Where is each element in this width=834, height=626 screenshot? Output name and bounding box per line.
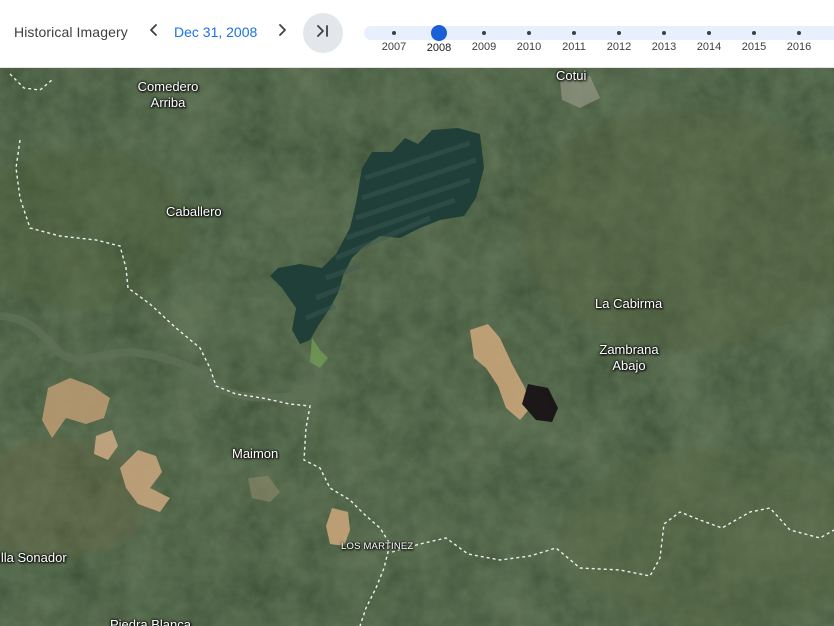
- timeline-year-2008[interactable]: 2008: [419, 24, 459, 54]
- chevron-left-icon: [147, 23, 161, 42]
- place-piedra-blanca[interactable]: Piedra Blanca: [110, 617, 191, 626]
- next-date-button[interactable]: [270, 20, 294, 44]
- historical-imagery-toolbar: Historical Imagery Dec 31, 2008 2007 2008…: [0, 0, 834, 68]
- place-la-cabirma[interactable]: La Cabirma: [595, 296, 662, 312]
- timeline-year-label: 2014: [696, 41, 722, 53]
- chevron-right-icon: [275, 23, 289, 42]
- selected-year-marker: [431, 25, 447, 41]
- skip-to-latest-icon: [314, 22, 332, 45]
- timeline-year-label: 2016: [786, 41, 812, 53]
- year-marker: [707, 31, 711, 35]
- current-date-label[interactable]: Dec 31, 2008: [174, 24, 257, 40]
- toolbar-title: Historical Imagery: [14, 24, 128, 40]
- year-marker: [662, 31, 666, 35]
- timeline-year-2009[interactable]: 2009: [464, 24, 504, 53]
- timeline-year-label: 2013: [651, 41, 677, 53]
- jump-to-latest-button[interactable]: [303, 13, 343, 53]
- timeline-year-label: 2008: [426, 42, 452, 54]
- satellite-imagery: [0, 68, 834, 626]
- year-marker: [797, 31, 801, 35]
- year-marker: [752, 31, 756, 35]
- timeline-year-2013[interactable]: 2013: [644, 24, 684, 53]
- place-maimon[interactable]: Maimon: [232, 446, 278, 462]
- place-cotui[interactable]: Cotui: [556, 68, 586, 84]
- year-marker: [572, 31, 576, 35]
- timeline-year-label: 2012: [606, 41, 632, 53]
- year-marker: [392, 31, 396, 35]
- satellite-map[interactable]: Comedero Arriba Cotui Caballero La Cabir…: [0, 68, 834, 626]
- place-villa-sonador[interactable]: illa Sonador: [0, 550, 67, 566]
- timeline-year-2011[interactable]: 2011: [554, 24, 594, 53]
- year-marker: [617, 31, 621, 35]
- place-zambrana-abajo[interactable]: Zambrana Abajo: [590, 342, 668, 374]
- year-marker: [482, 31, 486, 35]
- timeline-year-2007[interactable]: 2007: [374, 24, 414, 53]
- place-comedero-arriba[interactable]: Comedero Arriba: [132, 79, 204, 111]
- timeline-year-label: 2: [824, 41, 834, 53]
- place-caballero[interactable]: Caballero: [166, 204, 222, 220]
- timeline-year-label: 2007: [381, 41, 407, 53]
- timeline-year-2010[interactable]: 2010: [509, 24, 549, 53]
- previous-date-button[interactable]: [142, 20, 166, 44]
- place-los-martinez[interactable]: LOS MARTINEZ: [341, 539, 413, 555]
- timeline-year-label: 2015: [741, 41, 767, 53]
- timeline-year-2014[interactable]: 2014: [689, 24, 729, 53]
- timeline-year-label: 2011: [562, 41, 586, 53]
- year-marker: [527, 31, 531, 35]
- timeline-year-label: 2009: [471, 41, 497, 53]
- timeline-year-label: 2010: [516, 41, 542, 53]
- timeline-year-2015[interactable]: 2015: [734, 24, 774, 53]
- timeline-year-2012[interactable]: 2012: [599, 24, 639, 53]
- timeline-year-2016[interactable]: 2016: [779, 24, 819, 53]
- timeline-year-2[interactable]: 2: [824, 24, 834, 53]
